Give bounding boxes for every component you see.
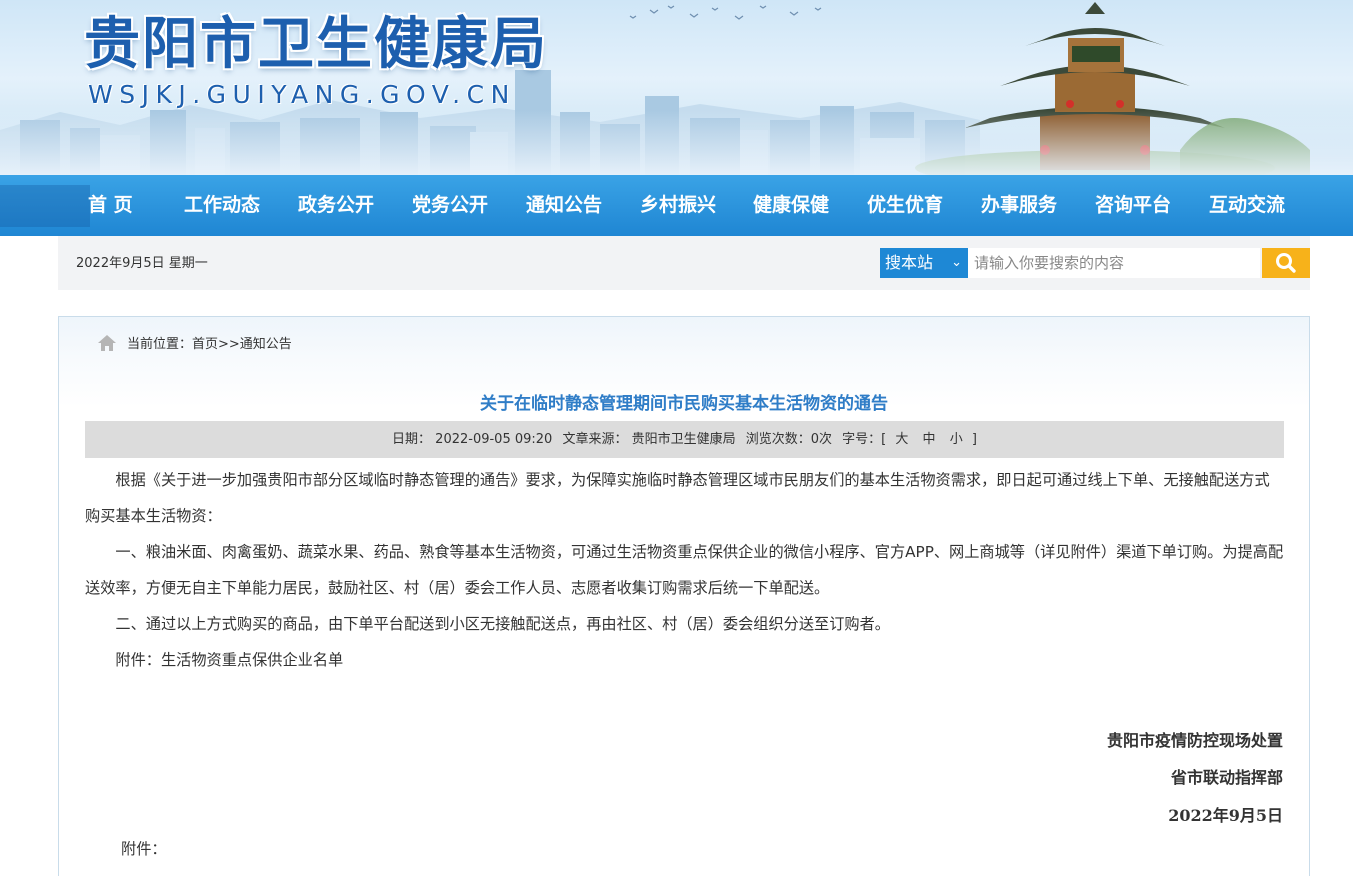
attachment-link[interactable]: 附件：生活物资重点保供企业名单	[85, 642, 1284, 678]
search-scope-label: 搜本站	[885, 253, 934, 272]
article-date: 日期： 2022-09-05 09:20	[392, 432, 553, 447]
nav-item-health-care[interactable]: 健康保健	[753, 175, 829, 236]
search-scope-select[interactable]: 搜本站 ⌄	[880, 248, 968, 278]
article-body: 根据《关于进一步加强贵阳市部分区域临时静态管理的通告》要求，为保障实施临时静态管…	[85, 462, 1284, 678]
current-date: 2022年9月5日 星期一	[76, 256, 208, 271]
nav-item-gov-affairs[interactable]: 政务公开	[298, 175, 374, 236]
font-size-large[interactable]: 大	[895, 432, 908, 447]
font-size-label: 字号：[ 大 中 小 ]	[842, 432, 977, 447]
nav-item-party-affairs[interactable]: 党务公开	[412, 175, 488, 236]
search-input[interactable]	[968, 248, 1260, 278]
search-icon	[1276, 253, 1296, 273]
nav-item-work-news[interactable]: 工作动态	[184, 175, 260, 236]
home-icon	[98, 335, 116, 351]
article-paragraph: 二、通过以上方式购买的商品，由下单平台配送到小区无接触配送点，再由社区、村（居）…	[115, 615, 890, 633]
font-size-suffix: ]	[971, 432, 977, 447]
nav-item-services[interactable]: 办事服务	[981, 175, 1057, 236]
nav-item-eugenics[interactable]: 优生优育	[867, 175, 943, 236]
article-paragraph: 一、粮油米面、肉禽蛋奶、蔬菜水果、药品、熟食等基本生活物资，可通过生活物资重点保…	[85, 543, 1284, 597]
site-title: 贵阳市卫生健康局	[84, 11, 548, 77]
font-size-medium[interactable]: 中	[923, 432, 936, 447]
chevron-down-icon: ⌄	[951, 255, 962, 270]
article-panel: 当前位置：首页>>通知公告 关于在临时静态管理期间市民购买基本生活物资的通告 日…	[58, 316, 1310, 876]
search-button[interactable]	[1262, 248, 1310, 278]
article-meta-bar: 日期： 2022-09-05 09:20 文章来源： 贵阳市卫生健康局 浏览次数…	[85, 421, 1284, 458]
article-title: 关于在临时静态管理期间市民购买基本生活物资的通告	[480, 394, 888, 414]
main-nav: 首 页 工作动态 政务公开 党务公开 通知公告 乡村振兴 健康保健 优生优育 办…	[0, 175, 1353, 236]
article-paragraph: 根据《关于进一步加强贵阳市部分区域临时静态管理的通告》要求，为保障实施临时静态管…	[85, 471, 1270, 525]
info-bar: 2022年9月5日 星期一 搜本站 ⌄	[58, 236, 1310, 290]
font-size-prefix: 字号：[	[842, 432, 887, 447]
font-size-small[interactable]: 小	[950, 432, 963, 447]
nav-item-interaction[interactable]: 互动交流	[1209, 175, 1285, 236]
banner-haze	[0, 110, 1353, 175]
nav-item-home[interactable]: 首 页	[88, 175, 133, 236]
nav-item-rural-revitalization[interactable]: 乡村振兴	[640, 175, 716, 236]
breadcrumb: 当前位置：首页>>通知公告	[127, 337, 292, 352]
nav-item-notices[interactable]: 通知公告	[526, 175, 602, 236]
nav-home-highlight	[0, 185, 90, 227]
site-domain: WSJKJ.GUIYANG.GOV.CN	[88, 80, 516, 109]
signature-org-1: 贵阳市疫情防控现场处置	[1106, 731, 1283, 750]
signature-org-2: 省市联动指挥部	[1170, 768, 1283, 787]
attachment-label: 附件：	[121, 840, 167, 858]
site-banner: 贵阳市卫生健康局 WSJKJ.GUIYANG.GOV.CN	[0, 0, 1353, 175]
article-source: 文章来源： 贵阳市卫生健康局	[562, 432, 736, 447]
signature-date: 2022年9月5日	[1168, 806, 1283, 825]
article-views: 浏览次数：0次	[745, 432, 833, 447]
nav-item-consultation[interactable]: 咨询平台	[1095, 175, 1171, 236]
